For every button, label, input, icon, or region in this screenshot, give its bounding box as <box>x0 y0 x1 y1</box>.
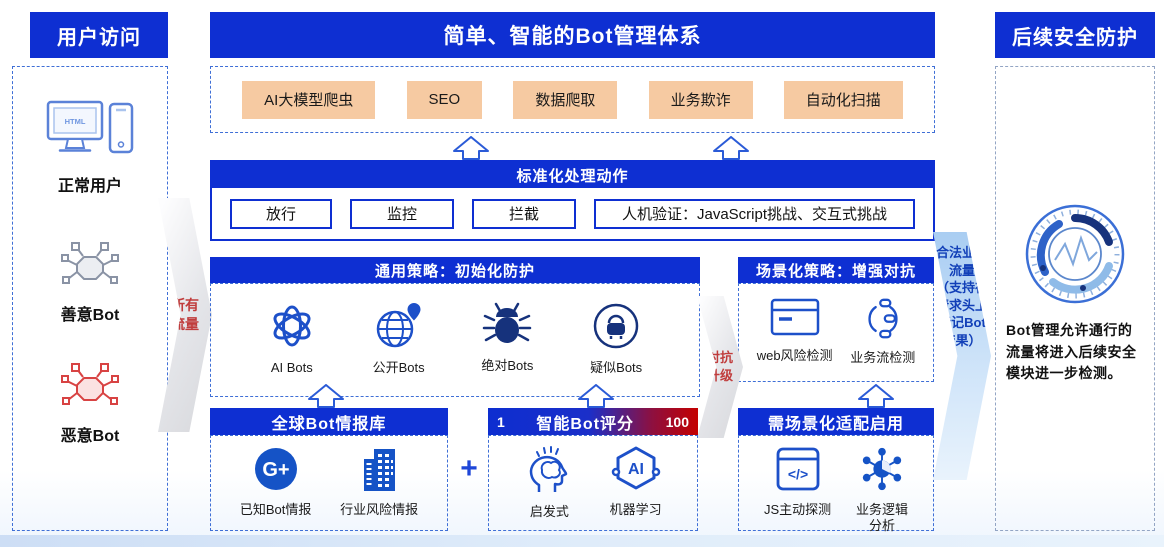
gplus-icon: G+ <box>253 446 299 497</box>
scenario-enable-title: 需场景化适配启用 <box>738 408 934 435</box>
item-label: 恶意Bot <box>60 428 120 445</box>
action-box: 拦截 <box>472 198 576 229</box>
list-item: 启发式 <box>524 444 574 520</box>
up-arrow-icon <box>712 136 750 160</box>
scenario-policy-box: web风险检测 业务流检测 <box>738 283 934 382</box>
score-max: 100 <box>665 413 689 430</box>
intel-box: G+ 已知Bot情报 行业风险情报 <box>210 435 448 531</box>
svg-text:</>: </> <box>787 466 807 482</box>
threat-list: AI大模型爬虫 SEO 数据爬取 业务欺诈 自动化扫描 <box>210 66 935 133</box>
item-label: 已知Bot情报 <box>239 502 312 517</box>
svg-text:AI: AI <box>628 461 644 478</box>
up-arrow-icon <box>857 384 895 408</box>
svg-text:HTML: HTML <box>65 117 86 126</box>
openai-icon <box>268 302 316 355</box>
up-arrow-icon <box>577 384 615 408</box>
left-panel-title: 用户访问 <box>30 12 168 58</box>
list-item: G+ 已知Bot情报 <box>239 446 312 518</box>
list-item: 绝对Bots <box>481 302 533 374</box>
devices-icon: HTML <box>46 99 134 164</box>
item-label: 善意Bot <box>60 307 120 324</box>
legal-traffic-arrow: 合法业务 流量 （支持在 请求头上 标记Bot 结果） <box>933 232 991 480</box>
list-item: 善意Bot <box>13 242 167 325</box>
flow-icon <box>861 298 905 345</box>
item-label: 正常用户 <box>57 178 122 195</box>
network-icon <box>859 446 905 497</box>
item-label: AI Bots <box>270 360 313 375</box>
threat-box: 自动化扫描 <box>783 80 903 119</box>
action-box: 监控 <box>350 198 454 229</box>
list-item: AI Bots <box>268 302 316 376</box>
scenario-enable-box: </> JS主动探测 业务逻辑 分析 <box>738 435 934 533</box>
item-label: 机器学习 <box>609 502 662 517</box>
ai-chip-icon: AI <box>610 444 662 497</box>
threat-box: 数据爬取 <box>513 80 618 119</box>
legal-traffic-label: 合法业务 流量 （支持在 请求头上 标记Bot 结果） <box>935 245 988 348</box>
item-label: web风险检测 <box>756 348 833 363</box>
browser-icon <box>770 298 820 343</box>
intel-title: 全球Bot情报库 <box>210 408 448 435</box>
all-traffic-label: 所有 流量 <box>171 297 199 332</box>
list-item: </> JS主动探测 <box>764 446 831 518</box>
threat-box: SEO <box>406 80 483 119</box>
plus-sign: + <box>460 452 478 485</box>
general-policy-title: 通用策略：初始化防护 <box>210 257 700 283</box>
standard-actions-title: 标准化处理动作 <box>212 162 933 188</box>
bot-malicious-icon <box>61 363 119 414</box>
bug-icon <box>482 302 532 353</box>
list-item: 公开Bots <box>373 302 425 376</box>
suspect-bug-icon <box>592 302 640 355</box>
brain-icon <box>524 444 574 499</box>
item-label: 业务流检测 <box>850 350 916 365</box>
item-label: 行业风险情报 <box>340 502 419 517</box>
list-item: 业务流检测 <box>850 298 915 366</box>
general-policy-box: AI Bots 公开Bots 绝对Bots 疑似Bots <box>210 283 700 397</box>
item-label: 业务逻辑 分析 <box>856 502 909 534</box>
list-item: 行业风险情报 <box>340 446 418 518</box>
escalation-label: 对抗 升级 <box>706 350 733 383</box>
scenario-policy-title: 场景化策略：增强对抗 <box>738 257 934 283</box>
score-box: 启发式 AI 机器学习 <box>488 435 698 531</box>
list-item: AI 机器学习 <box>610 444 662 518</box>
threat-box: 业务欺诈 <box>648 80 753 119</box>
item-label: 启发式 <box>529 504 569 519</box>
item-label: 绝对Bots <box>481 358 534 373</box>
svg-text:G+: G+ <box>262 459 289 481</box>
main-title: 简单、智能的Bot管理体系 <box>210 12 935 58</box>
user-access-panel: HTML 正常用户 善意Bot 恶意Bot <box>12 66 168 531</box>
escalation-arrow: 对抗 升级 <box>697 296 743 438</box>
right-panel-title: 后续安全防护 <box>995 12 1155 58</box>
item-label: 公开Bots <box>372 360 425 375</box>
bot-benign-icon <box>61 242 119 293</box>
list-item: 恶意Bot <box>13 363 167 446</box>
up-arrow-icon <box>307 384 345 408</box>
standard-actions-list: 放行 监控 拦截 人机验证：JavaScript挑战、交互式挑战 <box>212 188 933 239</box>
bot-management-diagram: 用户访问 HTML 正常用户 善意Bot 恶意Bot 所有 流量 简单、智能的B… <box>0 0 1164 547</box>
list-item: 疑似Bots <box>590 302 642 376</box>
action-box: 放行 <box>230 198 332 229</box>
score-min: 1 <box>497 413 505 430</box>
followup-security-panel: Bot管理允许通行的流量将进入后续安全模块进一步检测。 <box>995 66 1155 531</box>
bottom-accent-bar <box>0 535 1164 547</box>
building-icon <box>356 446 402 497</box>
item-label: JS主动探测 <box>763 502 832 517</box>
score-header: 1 智能Bot评分 100 <box>488 408 698 435</box>
item-label: 疑似Bots <box>590 360 643 375</box>
globe-pin-icon <box>373 302 425 355</box>
score-title: 智能Bot评分 <box>536 415 635 433</box>
up-arrow-icon <box>452 136 490 160</box>
right-panel-description: Bot管理允许通行的流量将进入后续安全模块进一步检测。 <box>1006 322 1137 382</box>
threat-box: AI大模型爬虫 <box>242 80 376 119</box>
action-box: 人机验证：JavaScript挑战、交互式挑战 <box>594 198 915 229</box>
js-probe-icon: </> <box>775 446 821 497</box>
list-item: 业务逻辑 分析 <box>856 446 908 535</box>
list-item: HTML 正常用户 <box>13 99 167 196</box>
standard-actions-box: 标准化处理动作 放行 监控 拦截 人机验证：JavaScript挑战、交互式挑战 <box>210 160 935 241</box>
security-gauge-icon <box>996 202 1154 306</box>
list-item: web风险检测 <box>757 298 833 364</box>
